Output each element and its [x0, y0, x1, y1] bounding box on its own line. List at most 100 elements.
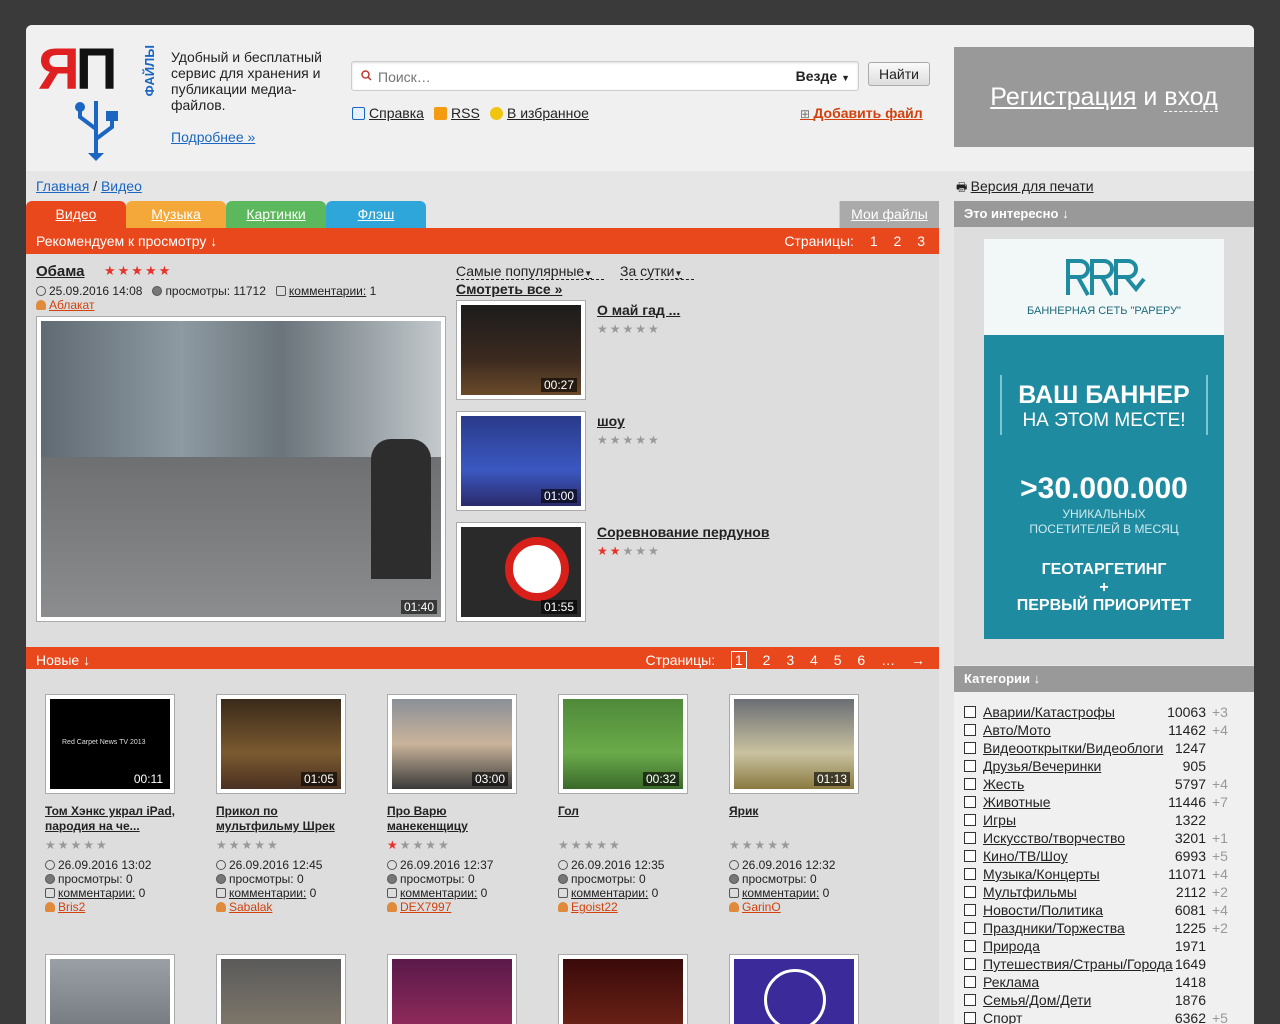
breadcrumb-home[interactable]: Главная — [36, 178, 89, 194]
video-title[interactable]: Гол — [558, 804, 698, 819]
video-author[interactable]: Sabalak — [229, 900, 272, 914]
breadcrumb-current[interactable]: Видео — [101, 178, 142, 194]
category-item[interactable]: Мультфильмы 2112 +2 — [964, 883, 1244, 901]
video-comments-link[interactable]: комментарии: — [571, 886, 648, 900]
video-title[interactable]: Прикол по мультфильму Шрек — [216, 804, 356, 834]
page-link[interactable]: 2 — [763, 652, 771, 668]
category-item[interactable]: Семья/Дом/Дети 1876 — [964, 991, 1244, 1009]
featured-title[interactable]: Обама — [36, 263, 85, 280]
video-comments-link[interactable]: комментарии: — [400, 886, 477, 900]
category-item[interactable]: Реклама 1418 — [964, 973, 1244, 991]
page-link[interactable]: 5 — [834, 652, 842, 668]
category-name[interactable]: Игры — [983, 811, 1016, 829]
video-thumb[interactable] — [729, 954, 859, 1024]
category-name[interactable]: Реклама — [983, 973, 1039, 991]
video-author[interactable]: Egoist22 — [571, 900, 618, 914]
ad-banner[interactable]: БАННЕРНАЯ СЕТЬ "РАРЕРУ" ВАШ БАННЕР НА ЭТ… — [984, 239, 1224, 639]
page-link[interactable]: 1 — [870, 233, 878, 249]
category-name[interactable]: Новости/Политика — [983, 901, 1103, 919]
side-video-title[interactable]: Соревнование пердунов — [597, 524, 769, 540]
side-video-thumb[interactable]: 01:00 — [456, 411, 586, 511]
category-item[interactable]: Аварии/Катастрофы 10063 +3 — [964, 703, 1244, 721]
category-item[interactable]: Друзья/Вечеринки 905 — [964, 757, 1244, 775]
category-name[interactable]: Друзья/Вечеринки — [983, 757, 1101, 775]
featured-author[interactable]: Аблакат — [36, 298, 94, 312]
category-name[interactable]: Семья/Дом/Дети — [983, 991, 1091, 1009]
category-item[interactable]: Жесть 5797 +4 — [964, 775, 1244, 793]
category-name[interactable]: Музыка/Концерты — [983, 865, 1100, 883]
video-thumb[interactable]: 01:05 — [216, 694, 346, 794]
next-page-arrow[interactable]: → — [911, 652, 925, 668]
sort-popular-dropdown[interactable]: Самые популярные▼ — [456, 263, 605, 280]
tab-video[interactable]: Видео — [26, 201, 126, 228]
video-comments-link[interactable]: комментарии: — [742, 886, 819, 900]
featured-video-thumb[interactable]: 01:40 — [36, 316, 446, 622]
video-comments-link[interactable]: комментарии: — [229, 886, 306, 900]
tab-flash[interactable]: Флэш — [326, 201, 426, 228]
category-item[interactable]: Спорт 6362 +5 — [964, 1009, 1244, 1024]
category-item[interactable]: Праздники/Торжества 1225 +2 — [964, 919, 1244, 937]
add-file-link[interactable]: ⊞ Добавить файл — [800, 105, 923, 121]
video-author[interactable]: DEX7997 — [400, 900, 451, 914]
category-item[interactable]: Путешествия/Страны/Города 1649 — [964, 955, 1244, 973]
category-name[interactable]: Животные — [983, 793, 1051, 811]
tab-pictures[interactable]: Картинки — [226, 201, 326, 228]
category-name[interactable]: Искусство/творчество — [983, 829, 1125, 847]
category-item[interactable]: Музыка/Концерты 11071 +4 — [964, 865, 1244, 883]
side-video-thumb[interactable]: 00:27 — [456, 300, 586, 400]
page-link[interactable]: 6 — [857, 652, 865, 668]
video-title[interactable]: Про Варю манекенщицу — [387, 804, 527, 834]
video-thumb[interactable] — [387, 954, 517, 1024]
see-all-link[interactable]: Смотреть все » — [456, 281, 562, 297]
login-link[interactable]: вход — [1164, 83, 1218, 112]
video-thumb[interactable]: 03:00 — [387, 694, 517, 794]
page-link[interactable]: 2 — [894, 233, 902, 249]
video-thumb[interactable] — [216, 954, 346, 1024]
video-thumb[interactable]: Red Carpet News TV 2013 00:11 — [45, 694, 175, 794]
page-link[interactable]: 3 — [786, 652, 794, 668]
rss-link[interactable]: RSS — [434, 105, 480, 121]
category-item[interactable]: Кино/ТВ/Шоу 6993 +5 — [964, 847, 1244, 865]
video-title[interactable]: Ярик — [729, 804, 869, 819]
category-item[interactable]: Искусство/творчество 3201 +1 — [964, 829, 1244, 847]
category-item[interactable]: Игры 1322 — [964, 811, 1244, 829]
video-thumb[interactable]: 01:13 — [729, 694, 859, 794]
side-video-title[interactable]: шоу — [597, 413, 625, 429]
featured-comments-link[interactable]: комментарии: — [289, 284, 366, 298]
site-logo[interactable]: ЯП ФАЙЛЫ — [38, 39, 158, 161]
video-author[interactable]: GarinO — [742, 900, 781, 914]
side-video-title[interactable]: О май гад ... — [597, 302, 680, 318]
search-input[interactable] — [378, 66, 758, 88]
find-button[interactable]: Найти — [868, 62, 930, 86]
page-link[interactable]: 4 — [810, 652, 818, 668]
category-name[interactable]: Природа — [983, 937, 1040, 955]
category-name[interactable]: Аварии/Катастрофы — [983, 703, 1115, 721]
page-link[interactable]: 3 — [917, 233, 925, 249]
more-link[interactable]: Подробнее » — [171, 129, 255, 145]
category-name[interactable]: Праздники/Торжества — [983, 919, 1125, 937]
category-item[interactable]: Животные 11446 +7 — [964, 793, 1244, 811]
page-current[interactable]: 1 — [730, 651, 747, 669]
video-thumb[interactable]: 00:32 — [558, 694, 688, 794]
category-item[interactable]: Природа 1971 — [964, 937, 1244, 955]
tab-music[interactable]: Музыка — [126, 201, 226, 228]
help-link[interactable]: Справка — [352, 105, 424, 121]
side-video-thumb[interactable]: 01:55 — [456, 522, 586, 622]
category-item[interactable]: Авто/Мото 11462 +4 — [964, 721, 1244, 739]
register-link[interactable]: Регистрация — [990, 83, 1136, 111]
category-name[interactable]: Мультфильмы — [983, 883, 1077, 901]
sort-period-dropdown[interactable]: За сутки▼ — [620, 263, 695, 280]
category-name[interactable]: Кино/ТВ/Шоу — [983, 847, 1068, 865]
video-author[interactable]: Bris2 — [58, 900, 85, 914]
favorites-link[interactable]: В избранное — [490, 105, 589, 121]
print-link[interactable]: 🖶 Версия для печати — [956, 178, 1094, 199]
video-title[interactable]: Том Хэнкс украл iPad, пародия на че... — [45, 804, 185, 834]
category-name[interactable]: Видеооткрытки/Видеоблоги — [983, 739, 1163, 757]
category-item[interactable]: Новости/Политика 6081 +4 — [964, 901, 1244, 919]
category-name[interactable]: Жесть — [983, 775, 1024, 793]
tab-my-files[interactable]: Мои файлы — [839, 201, 939, 228]
category-item[interactable]: Видеооткрытки/Видеоблоги 1247 — [964, 739, 1244, 757]
category-name[interactable]: Путешествия/Страны/Города — [983, 955, 1173, 973]
category-name[interactable]: Авто/Мото — [983, 721, 1051, 739]
search-scope-select[interactable]: Везде ▼ — [796, 68, 850, 84]
